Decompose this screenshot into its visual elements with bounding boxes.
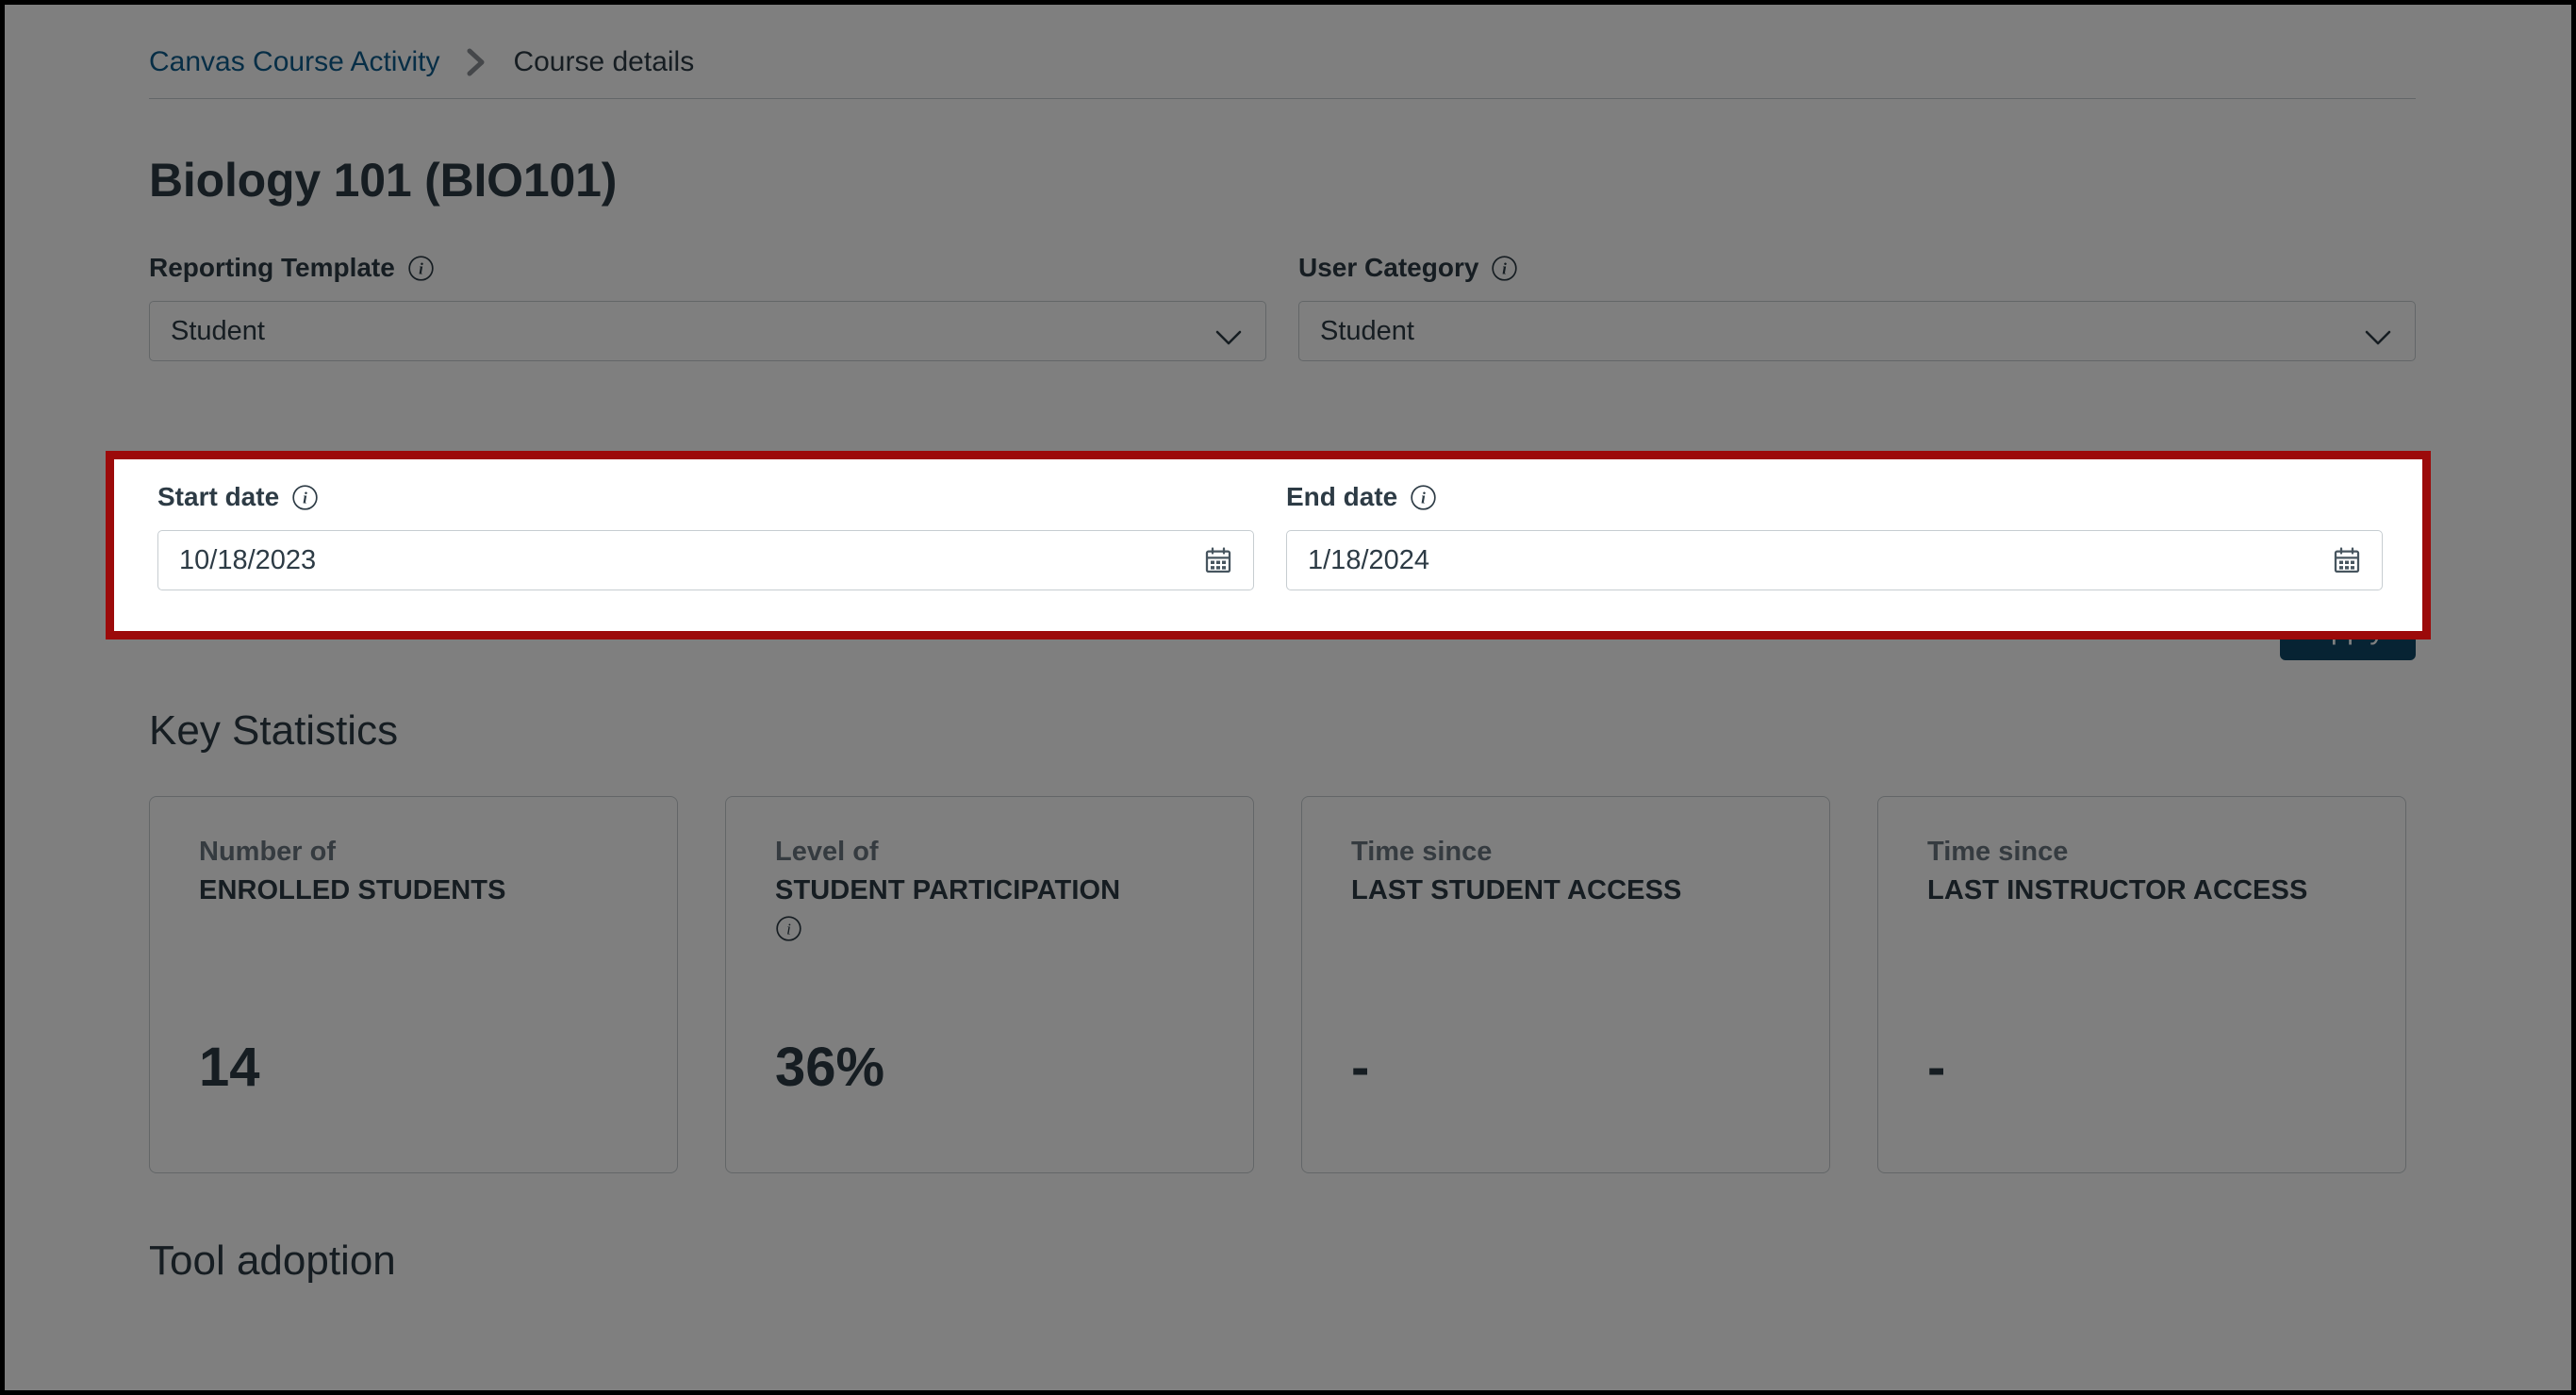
stat-value: 36% — [775, 1037, 885, 1098]
calendar-icon[interactable] — [2331, 544, 2363, 576]
stat-prefix: Time since — [1927, 837, 2069, 867]
svg-text:i: i — [1503, 259, 1508, 277]
info-icon[interactable]: i — [291, 484, 319, 511]
tool-adoption-heading: Tool adoption — [149, 1237, 396, 1284]
stat-card-enrolled-students: Number of ENROLLED STUDENTS 14 — [149, 796, 678, 1173]
svg-text:i: i — [419, 259, 423, 277]
start-date-input[interactable]: 10/18/2023 — [157, 530, 1254, 590]
chevron-down-icon — [1214, 323, 1243, 345]
key-statistics-grid: Number of ENROLLED STUDENTS 14 Level of … — [149, 796, 2416, 1173]
key-statistics-heading: Key Statistics — [149, 707, 399, 754]
reporting-template-label: Reporting Template — [149, 253, 395, 282]
stat-value: 14 — [199, 1037, 260, 1098]
chevron-down-icon — [2364, 323, 2392, 345]
start-date-field: Start date i 10/18/2023 — [157, 481, 1254, 590]
date-range-inner: Start date i 10/18/2023 End date i 1/18/… — [114, 459, 2422, 631]
start-date-label-row: Start date i — [157, 481, 1254, 513]
end-date-label-row: End date i — [1286, 481, 2383, 513]
start-date-label: Start date — [157, 482, 280, 511]
stat-info-icon-wrap: i — [775, 915, 1225, 947]
breadcrumb: Canvas Course Activity Course details — [149, 0, 2416, 98]
user-category-label: User Category — [1298, 253, 1479, 282]
date-row: Start date i 10/18/2023 End date i 1/18/… — [157, 481, 2383, 590]
stat-label: LAST INSTRUCTOR ACCESS — [1927, 875, 2308, 905]
reporting-template-select[interactable]: Student — [149, 301, 1266, 361]
calendar-icon[interactable] — [1202, 544, 1234, 576]
info-icon[interactable]: i — [407, 255, 435, 282]
stat-prefix: Level of — [775, 837, 879, 867]
end-date-label: End date — [1286, 482, 1398, 511]
svg-text:i: i — [786, 921, 791, 938]
user-category-label-row: User Category i — [1298, 252, 2416, 284]
stat-label: STUDENT PARTICIPATION — [775, 875, 1121, 905]
stat-label: LAST STUDENT ACCESS — [1351, 875, 1682, 905]
reporting-template-field: Reporting Template i Student — [149, 252, 1266, 361]
stat-prefix: Number of — [199, 837, 336, 867]
page-title: Biology 101 (BIO101) — [149, 154, 618, 207]
reporting-template-label-row: Reporting Template i — [149, 252, 1266, 284]
stat-card-last-student-access: Time since LAST STUDENT ACCESS - — [1301, 796, 1830, 1173]
reporting-template-value: Student — [171, 315, 265, 346]
chevron-right-icon — [464, 46, 488, 78]
start-date-value: 10/18/2023 — [179, 544, 317, 575]
end-date-input[interactable]: 1/18/2024 — [1286, 530, 2383, 590]
stat-card-last-instructor-access: Time since LAST INSTRUCTOR ACCESS - — [1877, 796, 2406, 1173]
end-date-field: End date i 1/18/2024 — [1286, 481, 2383, 590]
stat-prefix: Time since — [1351, 837, 1493, 867]
end-date-value: 1/18/2024 — [1308, 544, 1430, 575]
user-category-select[interactable]: Student — [1298, 301, 2416, 361]
stat-card-student-participation: Level of STUDENT PARTICIPATION i 36% — [725, 796, 1254, 1173]
page-content: Canvas Course Activity Course details Bi… — [149, 0, 2416, 1285]
info-icon[interactable]: i — [1491, 255, 1518, 282]
user-category-value: Student — [1320, 315, 1414, 346]
filters-row-selects: Reporting Template i Student User Catego… — [149, 252, 2416, 361]
user-category-field: User Category i Student — [1298, 252, 2416, 361]
stat-label: ENROLLED STUDENTS — [199, 875, 506, 905]
date-range-highlight: Start date i 10/18/2023 End date i 1/18/… — [106, 451, 2431, 639]
course-details-page: Canvas Course Activity Course details Bi… — [0, 0, 2576, 1395]
info-icon[interactable]: i — [1410, 484, 1437, 511]
info-icon[interactable]: i — [775, 915, 802, 942]
stat-value: - — [1927, 1037, 1946, 1098]
svg-text:i: i — [1421, 489, 1426, 507]
stat-value: - — [1351, 1037, 1370, 1098]
header-divider — [149, 98, 2416, 99]
svg-text:i: i — [303, 489, 307, 507]
breadcrumb-link-canvas-course-activity[interactable]: Canvas Course Activity — [149, 46, 439, 78]
breadcrumb-current-course-details: Course details — [513, 46, 695, 77]
